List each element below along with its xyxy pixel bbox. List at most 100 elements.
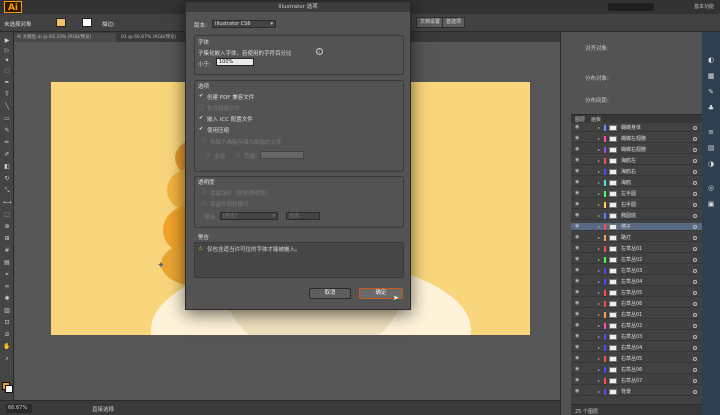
brushes-panel-icon[interactable]: ✎ — [707, 88, 715, 96]
visibility-eye-icon[interactable]: ◉ — [575, 268, 581, 273]
expand-arrow-icon[interactable]: ▸ — [598, 245, 600, 253]
stroke-color-icon[interactable] — [5, 385, 13, 393]
target-circle-icon[interactable] — [693, 346, 697, 350]
expand-arrow-icon[interactable]: ▸ — [598, 377, 600, 385]
visibility-eye-icon[interactable]: ◉ — [575, 323, 581, 328]
target-circle-icon[interactable] — [693, 159, 697, 163]
symbol-sprayer-tool-icon[interactable]: ✺ — [3, 296, 11, 302]
layer-name[interactable]: 右手圆 — [621, 201, 636, 209]
layer-name[interactable]: 左手圆 — [621, 190, 636, 198]
target-circle-icon[interactable] — [693, 258, 697, 262]
layer-row[interactable]: ◉ ▸ 左草丛01 — [571, 245, 703, 253]
lock-toggle-icon[interactable] — [584, 180, 589, 185]
range-input[interactable] — [260, 151, 304, 159]
lock-toggle-icon[interactable] — [584, 125, 589, 130]
magic-wand-tool-icon[interactable]: ✦ — [3, 58, 11, 64]
layer-row[interactable]: ◉ ▸ 右手圆 — [571, 201, 703, 209]
layer-row[interactable]: ◉ ▸ 左手圆 — [571, 190, 703, 198]
expand-arrow-icon[interactable]: ▸ — [598, 267, 600, 275]
lock-toggle-icon[interactable] — [584, 345, 589, 350]
workspace-switcher[interactable]: 基本功能 — [694, 3, 714, 10]
stroke-swatch[interactable] — [82, 18, 92, 27]
expand-arrow-icon[interactable]: ▸ — [598, 135, 600, 143]
visibility-eye-icon[interactable]: ◉ — [575, 246, 581, 251]
expand-arrow-icon[interactable]: ▸ — [598, 223, 600, 231]
visibility-eye-icon[interactable]: ◉ — [575, 356, 581, 361]
version-select[interactable]: Illustrator CS6 ▾ — [212, 20, 276, 28]
layer-name[interactable]: 路灯 — [621, 234, 631, 242]
lock-toggle-icon[interactable] — [584, 191, 589, 196]
target-circle-icon[interactable] — [693, 170, 697, 174]
pen-tool-icon[interactable]: ✒ — [3, 80, 11, 86]
layer-row[interactable]: ◉ ▸ 蝴蝶身体 — [571, 124, 703, 132]
expand-arrow-icon[interactable]: ▸ — [598, 388, 600, 396]
layer-name[interactable]: 右草丛05 — [621, 355, 642, 363]
symbols-panel-icon[interactable]: ♣ — [707, 104, 715, 112]
layer-row[interactable]: ◉ ▸ 蝴蝶右翅膀 — [571, 146, 703, 154]
expand-arrow-icon[interactable]: ▸ — [598, 322, 600, 330]
layer-name[interactable]: 蝴蝶右翅膀 — [621, 146, 646, 154]
visibility-eye-icon[interactable]: ◉ — [575, 367, 581, 372]
expand-arrow-icon[interactable]: ▸ — [598, 179, 600, 187]
lock-toggle-icon[interactable] — [584, 235, 589, 240]
expand-arrow-icon[interactable]: ▸ — [598, 146, 600, 154]
lock-toggle-icon[interactable] — [584, 268, 589, 273]
layer-row[interactable]: ◉ ▸ 右草丛04 — [571, 344, 703, 352]
target-circle-icon[interactable] — [693, 225, 697, 229]
font-percent-input[interactable]: 100% — [216, 58, 254, 66]
target-circle-icon[interactable] — [693, 324, 697, 328]
lock-toggle-icon[interactable] — [584, 202, 589, 207]
document-setup-button[interactable]: 文档设置 — [416, 17, 445, 28]
keep-paths-radio[interactable]: ○ — [202, 190, 207, 195]
visibility-eye-icon[interactable]: ◉ — [575, 345, 581, 350]
lock-toggle-icon[interactable] — [584, 389, 589, 394]
lock-toggle-icon[interactable] — [584, 290, 589, 295]
layer-row[interactable]: ◉ ▸ 右草丛05 — [571, 355, 703, 363]
layer-row[interactable]: ◉ ▸ 右草丛03 — [571, 333, 703, 341]
hand-tool-icon[interactable]: ✋ — [3, 344, 11, 350]
visibility-eye-icon[interactable]: ◉ — [575, 191, 581, 196]
expand-arrow-icon[interactable]: ▸ — [598, 201, 600, 209]
visibility-eye-icon[interactable]: ◉ — [575, 224, 581, 229]
free-transform-tool-icon[interactable]: ⬚ — [3, 212, 11, 218]
layer-row[interactable]: ◉ ▸ 右草丛06 — [571, 366, 703, 374]
layer-name[interactable]: 右草丛06 — [621, 300, 642, 308]
layer-row[interactable]: ◉ ▸ 椅子 — [571, 223, 703, 231]
visibility-eye-icon[interactable]: ◉ — [575, 301, 581, 306]
visibility-eye-icon[interactable]: ◉ — [575, 158, 581, 163]
layer-row[interactable]: ◉ ▸ 右草丛07 — [571, 377, 703, 385]
include-linked-checkbox[interactable]: □ — [199, 105, 204, 110]
expand-arrow-icon[interactable]: ▸ — [598, 300, 600, 308]
layer-name[interactable]: 右草丛01 — [621, 311, 642, 319]
visibility-eye-icon[interactable]: ◉ — [575, 147, 581, 152]
type-tool-icon[interactable]: T — [3, 92, 11, 98]
lock-toggle-icon[interactable] — [584, 334, 589, 339]
lock-toggle-icon[interactable] — [584, 136, 589, 141]
target-circle-icon[interactable] — [693, 192, 697, 196]
zoom-tool-icon[interactable]: ⌕ — [3, 356, 11, 362]
layer-row[interactable]: ◉ ▸ 左草丛02 — [571, 256, 703, 264]
rectangle-tool-icon[interactable]: ▭ — [3, 116, 11, 122]
expand-arrow-icon[interactable]: ▸ — [598, 124, 600, 132]
target-circle-icon[interactable] — [693, 148, 697, 152]
expand-arrow-icon[interactable]: ▸ — [598, 355, 600, 363]
visibility-eye-icon[interactable]: ◉ — [575, 136, 581, 141]
layer-row[interactable]: ◉ ▸ 左草丛03 — [571, 267, 703, 275]
target-circle-icon[interactable] — [693, 280, 697, 284]
layer-row[interactable]: ◉ ▸ 椭圆底 — [571, 212, 703, 220]
layer-name[interactable]: 左草丛02 — [621, 256, 642, 264]
blend-tool-icon[interactable]: ∞ — [3, 284, 11, 290]
layer-name[interactable]: 左草丛01 — [621, 245, 642, 253]
layer-row[interactable]: ◉ ▸ 蝴蝶左翅膀 — [571, 135, 703, 143]
visibility-eye-icon[interactable]: ◉ — [575, 180, 581, 185]
cancel-button[interactable]: 取消 — [309, 288, 351, 299]
layer-row[interactable]: ◉ ▸ 右草丛01 — [571, 311, 703, 319]
visibility-eye-icon[interactable]: ◉ — [575, 290, 581, 295]
width-tool-icon[interactable]: ⟷ — [3, 200, 12, 206]
visibility-eye-icon[interactable]: ◉ — [575, 235, 581, 240]
layer-row[interactable]: ◉ ▸ 背景 — [571, 388, 703, 396]
layer-name[interactable]: 左草丛04 — [621, 278, 642, 286]
visibility-eye-icon[interactable]: ◉ — [575, 169, 581, 174]
blob-brush-tool-icon[interactable]: ✐ — [3, 152, 11, 158]
lock-toggle-icon[interactable] — [584, 158, 589, 163]
